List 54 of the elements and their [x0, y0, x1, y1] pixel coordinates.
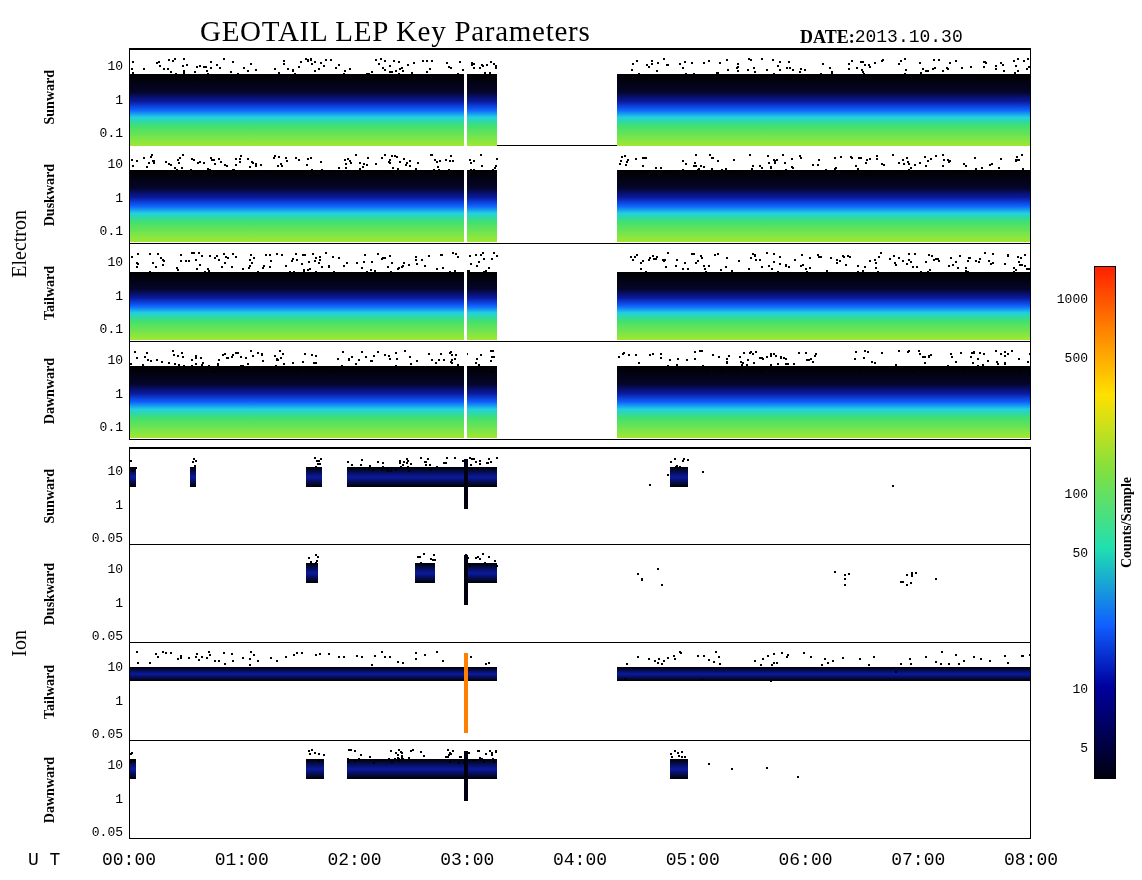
- y-tick-label: 0.1: [99, 323, 123, 336]
- y-tick-label: 10: [107, 354, 123, 367]
- x-tick-label: 07:00: [890, 851, 947, 869]
- colorbar-tick-label: 100: [1064, 488, 1088, 502]
- panel-label: Dawnward: [40, 756, 58, 824]
- panel-label: Sunward: [40, 69, 58, 125]
- panel-label: Duskward: [40, 562, 58, 626]
- y-tick-label: 10: [107, 60, 123, 73]
- y-tick-label: 10: [107, 158, 123, 171]
- y-tick-label: 10: [107, 256, 123, 269]
- y-tick-label: 10: [107, 563, 123, 576]
- x-axis-label: U T: [27, 851, 62, 869]
- y-tick-label: 1: [115, 387, 123, 401]
- colorbar-tick-label: 1000: [1056, 293, 1088, 307]
- y-tick-label: 1: [115, 191, 123, 205]
- colorbar-tick-label: 500: [1064, 352, 1088, 365]
- x-tick-label: 03:00: [439, 851, 496, 869]
- chart-title: GEOTAIL LEP Key Parameters: [200, 17, 592, 46]
- panel-label: Sunward: [40, 468, 58, 524]
- group-label: Electron: [7, 210, 31, 278]
- date-value: 2013.10.30: [854, 28, 963, 46]
- colorbar-tick-label: 50: [1072, 546, 1088, 560]
- y-tick-label: 0.1: [99, 127, 123, 140]
- y-tick-label: 0.05: [91, 532, 123, 545]
- panel-label: Dawnward: [40, 357, 58, 425]
- y-tick-label: 0.1: [99, 225, 123, 238]
- x-tick-label: 00:00: [101, 851, 157, 869]
- colorbar-tick-label: 5: [1080, 741, 1088, 755]
- y-tick-label: 1: [115, 792, 123, 806]
- x-tick-label: 04:00: [552, 851, 608, 869]
- y-tick-label: 0.05: [91, 630, 123, 643]
- y-tick-label: 10: [107, 661, 123, 674]
- panel-label: Duskward: [40, 163, 58, 227]
- y-tick-label: 0.05: [91, 728, 123, 741]
- y-tick-label: 10: [107, 759, 123, 772]
- x-tick-label: 02:00: [326, 851, 383, 869]
- group-label: Ion: [7, 629, 31, 657]
- x-tick-label: 01:00: [213, 851, 270, 869]
- y-tick-label: 10: [107, 465, 123, 478]
- y-tick-label: 1: [115, 498, 123, 512]
- y-tick-label: 0.05: [91, 826, 123, 839]
- y-tick-label: 1: [115, 289, 123, 303]
- panel-label: Tailward: [40, 665, 58, 719]
- x-tick-label: 08:00: [1003, 851, 1059, 869]
- y-tick-label: 1: [115, 93, 123, 107]
- x-tick-label: 05:00: [664, 851, 721, 869]
- panel-label: Tailward: [40, 266, 58, 320]
- colorbar-label: Counts/Sample: [1117, 477, 1135, 568]
- colorbar-tick-label: 10: [1072, 683, 1088, 697]
- x-tick-label: 06:00: [777, 851, 834, 869]
- date-label: DATE:: [800, 28, 855, 46]
- y-tick-label: 1: [115, 694, 123, 708]
- y-tick-label: 1: [115, 596, 123, 610]
- y-tick-label: 0.1: [99, 421, 123, 434]
